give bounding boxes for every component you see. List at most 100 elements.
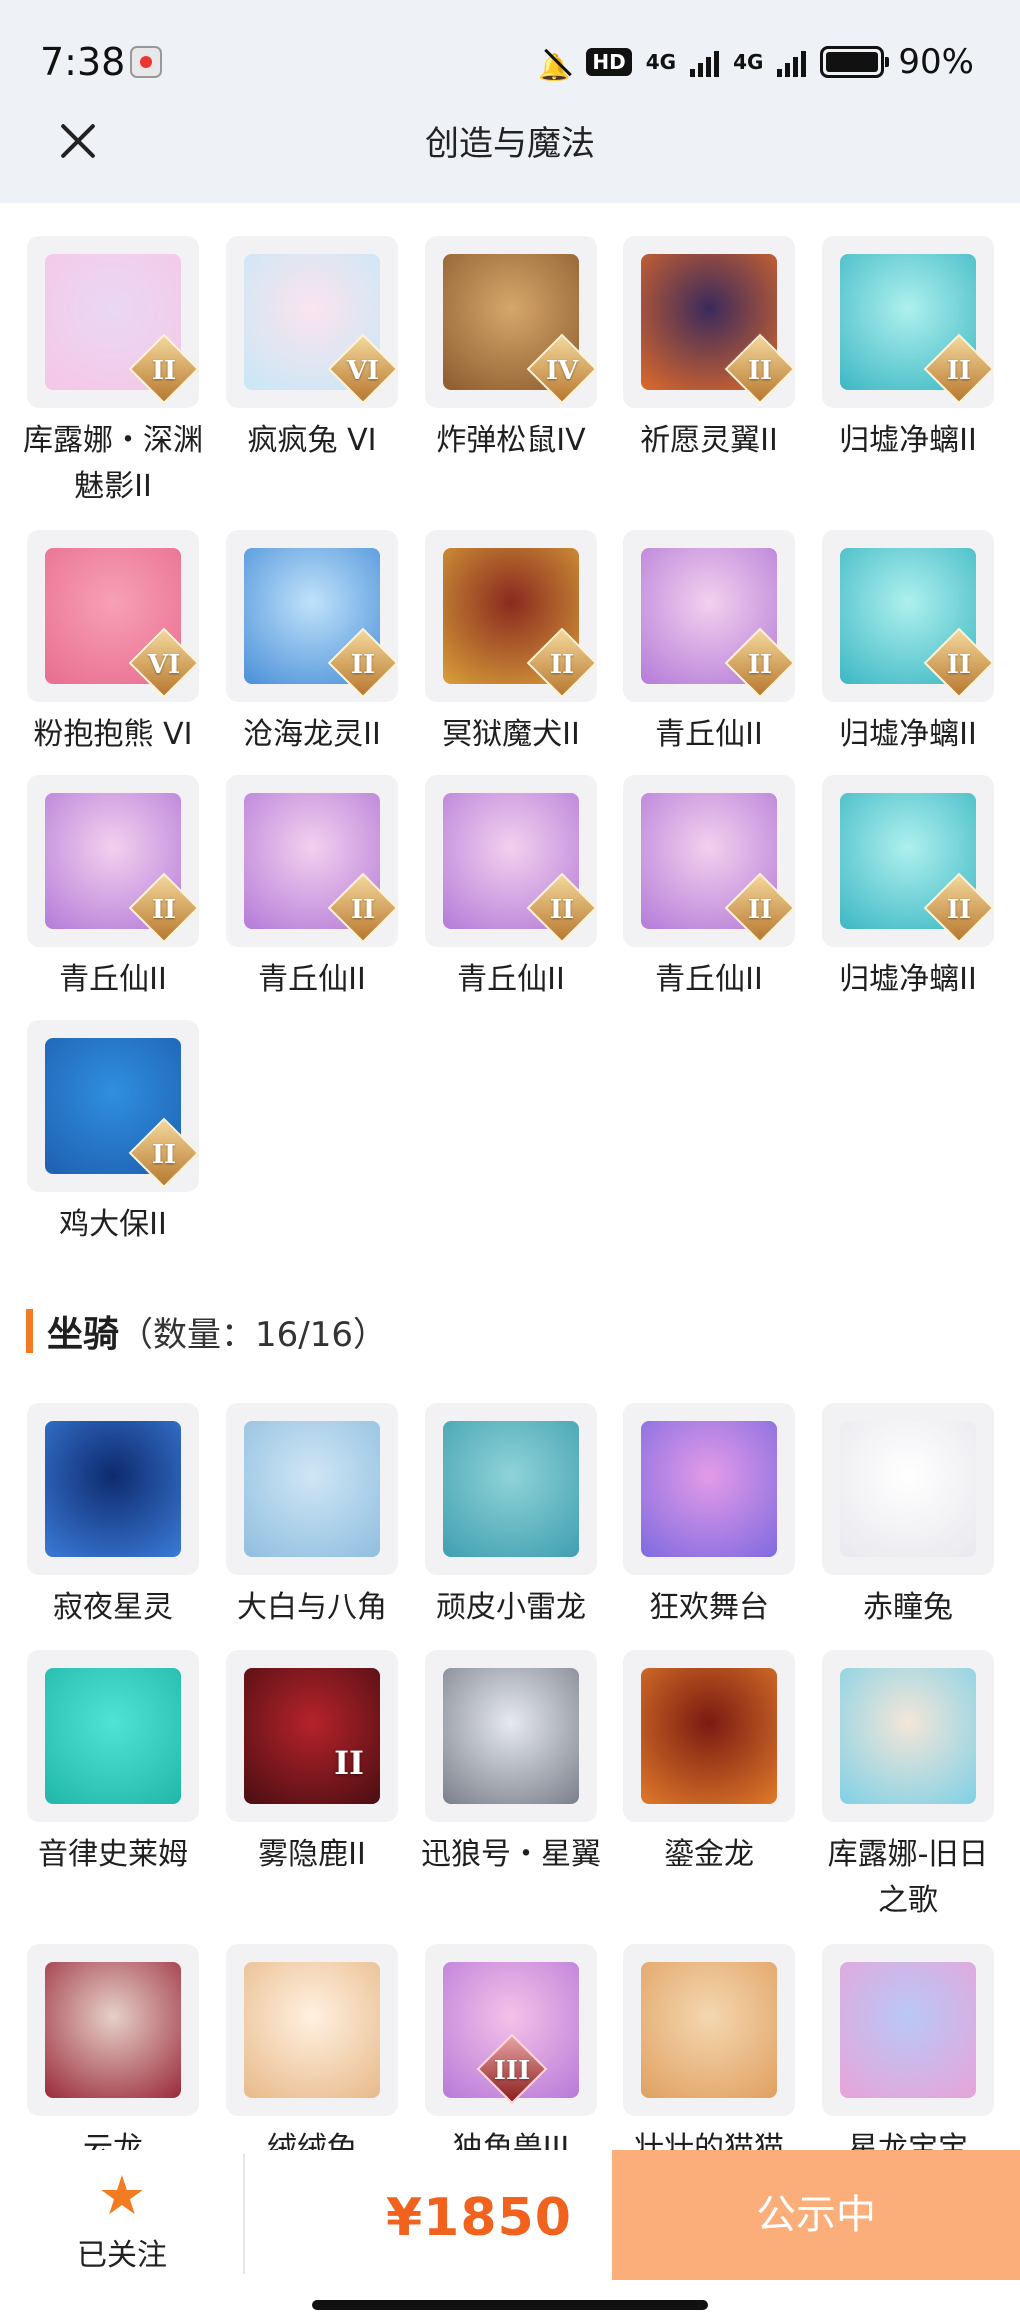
mount-artwork — [641, 1668, 777, 1804]
mount-card[interactable]: 大白与八角 — [217, 1403, 407, 1631]
mount-card[interactable]: II 雾隐鹿II — [217, 1650, 407, 1878]
pet-card[interactable]: IV 炸弹松鼠IV — [416, 236, 606, 464]
mount-artwork — [443, 1668, 579, 1804]
publicity-status-button[interactable]: 公示中 — [612, 2150, 1020, 2280]
mount-card[interactable]: 狂欢舞台 — [614, 1403, 804, 1631]
pet-name: 炸弹松鼠IV — [436, 423, 586, 458]
mount-artwork — [244, 1421, 380, 1557]
character-portrait — [822, 1650, 994, 1822]
mount-card[interactable]: 鎏金龙 — [614, 1650, 804, 1878]
rank-label: II — [151, 1140, 177, 1170]
pet-card[interactable]: II 青丘仙II — [217, 775, 407, 1003]
price: ¥1850 — [386, 2188, 572, 2248]
battery-percent: 90% — [898, 42, 974, 82]
pet-name: 青丘仙II — [457, 962, 565, 997]
mount-name: 迅狼号・星翼 — [421, 1837, 601, 1872]
pet-name: 青丘仙II — [655, 962, 763, 997]
mount-card[interactable]: 云龙 — [18, 1944, 208, 2172]
mount-name: 狂欢舞台 — [649, 1590, 769, 1625]
rank-label: IV — [545, 356, 579, 386]
page-title: 创造与魔法 — [425, 124, 595, 164]
pet-name: 青丘仙II — [258, 962, 366, 997]
mount-name: 雾隐鹿II — [258, 1837, 366, 1872]
mount-card[interactable]: III 独角兽III — [416, 1944, 606, 2172]
pet-card[interactable]: II 青丘仙II — [18, 775, 208, 1003]
mount-artwork — [840, 1668, 976, 1804]
pet-name: 青丘仙II — [655, 717, 763, 752]
mount-name: 寂夜星灵 — [53, 1590, 173, 1625]
rank-label: II — [747, 895, 773, 925]
pet-name: 鸡大保II — [59, 1207, 167, 1242]
fox-fairy-portrait: II — [425, 775, 597, 947]
bottom-action-bar: ★ 已关注 ¥1850 公示中 — [0, 2150, 1020, 2280]
horse-portrait — [27, 1403, 199, 1575]
pet-card[interactable]: II 青丘仙II — [614, 530, 804, 758]
mount-card[interactable]: 壮壮的猫猫 — [614, 1944, 804, 2172]
pet-name: 疯疯兔 VI — [247, 423, 377, 458]
dragon-portrait: II — [822, 775, 994, 947]
pet-card[interactable]: II 归墟净螭II — [813, 236, 1003, 464]
mounts-section-header: 坐骑 （数量：16/16） — [26, 1308, 387, 1355]
mount-card[interactable]: 迅狼号・星翼 — [416, 1650, 606, 1878]
pet-card[interactable]: II 库露娜・深渊魅影II — [18, 236, 208, 510]
pet-card[interactable]: II 祈愿灵翼II — [614, 236, 804, 464]
fox-fairy-portrait: II — [623, 530, 795, 702]
pet-name: 粉抱抱熊 VI — [33, 717, 193, 752]
page-header: 创造与魔法 — [0, 118, 1020, 203]
mount-card[interactable]: 星龙宝宝 — [813, 1944, 1003, 2172]
pet-card[interactable]: II 归墟净螭II — [813, 775, 1003, 1003]
rank-label: II — [946, 356, 972, 386]
mount-card[interactable]: 赤瞳兔 — [813, 1403, 1003, 1631]
network-type-label: 4G — [645, 50, 677, 74]
section-accent-bar — [26, 1309, 33, 1353]
mount-card[interactable]: 绒绒兔 — [217, 1944, 407, 2172]
pet-card[interactable]: II 归墟净螭II — [813, 530, 1003, 758]
pet-card[interactable]: II 鸡大保II — [18, 1020, 208, 1248]
character-portrait: II — [27, 236, 199, 408]
pet-name: 祈愿灵翼II — [640, 423, 778, 458]
bear-portrait: VI — [27, 530, 199, 702]
mount-name: 赤瞳兔 — [863, 1590, 953, 1625]
pet-card[interactable]: II 青丘仙II — [614, 775, 804, 1003]
pet-card[interactable]: VI 粉抱抱熊 VI — [18, 530, 208, 758]
dragon-portrait — [822, 1944, 994, 2116]
mount-name: 顽皮小雷龙 — [436, 1590, 586, 1625]
pet-name: 青丘仙II — [59, 962, 167, 997]
dragon-portrait: II — [822, 530, 994, 702]
mount-artwork — [641, 1421, 777, 1557]
rank-label: II — [747, 356, 773, 386]
pet-card[interactable]: II 青丘仙II — [416, 775, 606, 1003]
mount-card[interactable]: 顽皮小雷龙 — [416, 1403, 606, 1631]
mount-card[interactable]: 库露娜-旧日之歌 — [813, 1650, 1003, 1924]
rank-label: II — [334, 1744, 364, 1782]
hound-portrait: II — [425, 530, 597, 702]
follow-label[interactable]: 已关注 — [60, 2230, 184, 2274]
section-title: 坐骑 — [47, 1314, 120, 1355]
notification-app-icon — [130, 46, 162, 78]
mount-card[interactable]: 音律史莱姆 — [18, 1650, 208, 1878]
fox-fairy-portrait: II — [226, 775, 398, 947]
rank-label: II — [151, 895, 177, 925]
pet-card[interactable]: II 沧海龙灵II — [217, 530, 407, 758]
pet-card[interactable]: VI 疯疯兔 VI — [217, 236, 407, 464]
squirrel-portrait: IV — [425, 236, 597, 408]
section-count: （数量：16/16） — [119, 1314, 387, 1355]
mount-card[interactable]: 寂夜星灵 — [18, 1403, 208, 1631]
mount-artwork — [443, 1421, 579, 1557]
status-indicators: HD 4G 4G 90% — [538, 42, 974, 82]
rank-label: VI — [346, 356, 380, 386]
pet-card[interactable]: II 冥狱魔犬II — [416, 530, 606, 758]
star-icon[interactable]: ★ — [96, 2169, 148, 2223]
pet-name: 冥狱魔犬II — [442, 717, 580, 752]
mount-name: 大白与八角 — [237, 1590, 387, 1625]
rank-label: II — [151, 356, 177, 386]
mount-artwork — [45, 1668, 181, 1804]
rank-label: II — [946, 895, 972, 925]
mount-name: 音律史莱姆 — [38, 1837, 188, 1872]
pet-name: 归墟净螭II — [839, 423, 977, 458]
rank-label: III — [493, 2056, 531, 2086]
dragon-portrait: II — [822, 236, 994, 408]
pet-name: 归墟净螭II — [839, 717, 977, 752]
rank-label: II — [946, 650, 972, 680]
character-portrait: II — [226, 530, 398, 702]
